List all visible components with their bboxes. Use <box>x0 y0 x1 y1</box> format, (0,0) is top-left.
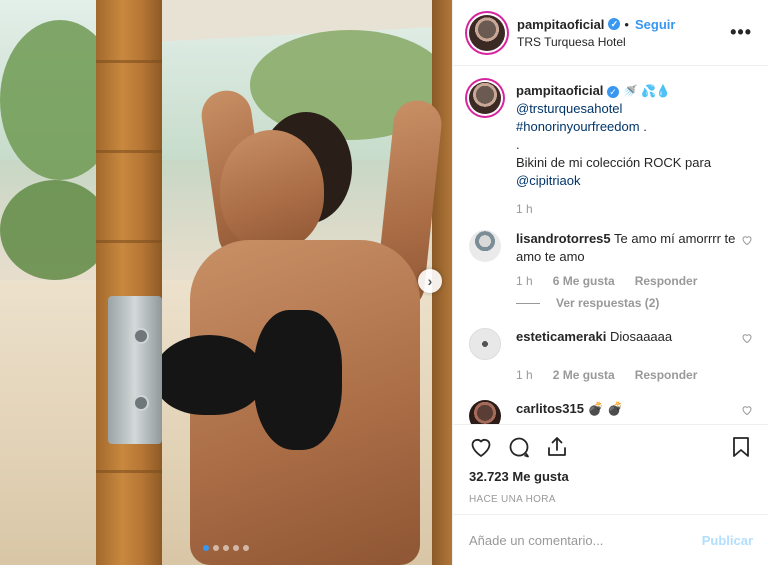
comment-username[interactable]: lisandrotorres5 <box>516 231 611 246</box>
post-media[interactable]: › <box>0 0 452 565</box>
comment-likes[interactable]: 2 Me gusta <box>553 368 615 382</box>
comment-meta: 1 h 6 Me gusta Responder <box>516 274 753 288</box>
avatar[interactable] <box>469 230 501 262</box>
comment-time[interactable]: 1 h <box>516 274 533 288</box>
comment-text: Diosaaaaa <box>609 329 673 344</box>
comment-item: lisandrotorres5 Te amo mí amorrrr te amo… <box>469 230 753 266</box>
shower-knob <box>133 395 149 411</box>
background-bush <box>0 180 110 280</box>
likes-count[interactable]: 32.723 Me gusta <box>469 469 753 484</box>
comment-username[interactable]: carlitos315 <box>516 401 584 416</box>
comment-composer: Publicar <box>453 514 768 565</box>
heart-icon[interactable] <box>741 234 753 246</box>
heart-icon[interactable] <box>741 332 753 344</box>
comment-icon[interactable] <box>507 435 531 459</box>
location-link[interactable]: TRS Turquesa Hotel <box>517 35 730 49</box>
comment-meta: 1 h 2 Me gusta Responder <box>516 368 753 382</box>
reply-button[interactable]: Responder <box>635 274 698 288</box>
comment-item: esteticameraki Diosaaaaa <box>469 328 753 360</box>
hashtag-link[interactable]: #honorinyourfreedom . <box>516 119 647 134</box>
avatar[interactable] <box>469 82 501 114</box>
carousel-dots <box>0 545 452 551</box>
comment-item: carlitos315 💣 💣 <box>469 400 753 424</box>
view-replies[interactable]: Ver respuestas (2) <box>516 296 753 310</box>
mention-link[interactable]: @trsturquesahotel <box>516 101 622 116</box>
avatar[interactable] <box>469 400 501 424</box>
carousel-dot[interactable] <box>233 545 239 551</box>
bookmark-icon[interactable] <box>729 435 753 459</box>
comment-input[interactable] <box>469 532 702 548</box>
follow-button[interactable]: Seguir <box>635 17 675 32</box>
username-link[interactable]: pampitaoficial <box>517 17 604 32</box>
shower-knob <box>133 328 149 344</box>
instagram-post: › pampitaoficial ✓ • Seguir TRS Turquesa… <box>0 0 768 565</box>
mention-link[interactable]: @cipitriaok <box>516 173 581 188</box>
view-replies-label: Ver respuestas (2) <box>556 296 660 310</box>
share-icon[interactable] <box>545 435 569 459</box>
avatar[interactable] <box>469 328 501 360</box>
shower-pole <box>96 0 162 565</box>
caption-meta: 1 h <box>516 202 753 216</box>
comment-text: 💣 💣 <box>587 401 624 416</box>
heart-icon[interactable] <box>741 404 753 416</box>
posted-time[interactable]: HACE UNA HORA <box>469 494 753 505</box>
carousel-dot[interactable] <box>243 545 249 551</box>
shower-plate <box>108 296 162 444</box>
caption-emojis: 🚿 💦💧 <box>622 84 671 98</box>
post-side-panel: pampitaoficial ✓ • Seguir TRS Turquesa H… <box>452 0 768 565</box>
actions-bar: 32.723 Me gusta HACE UNA HORA <box>453 424 768 505</box>
caption-username[interactable]: pampitaoficial <box>516 83 603 98</box>
carousel-dot[interactable] <box>213 545 219 551</box>
caption-text: Bikini de mi colección ROCK para <box>516 155 712 170</box>
carousel-dot[interactable] <box>203 545 209 551</box>
heart-icon[interactable] <box>469 435 493 459</box>
carousel-dot[interactable] <box>223 545 229 551</box>
photo-subject <box>150 87 444 565</box>
comment-likes[interactable]: 6 Me gusta <box>553 274 615 288</box>
reply-button[interactable]: Responder <box>635 368 698 382</box>
comment-username[interactable]: esteticameraki <box>516 329 606 344</box>
caption-text: . <box>516 137 520 152</box>
publish-button[interactable]: Publicar <box>702 533 753 548</box>
more-icon[interactable]: ••• <box>730 22 752 43</box>
verified-badge-icon: ✓ <box>607 86 620 98</box>
avatar[interactable] <box>469 14 505 51</box>
post-header: pampitaoficial ✓ • Seguir TRS Turquesa H… <box>453 0 768 66</box>
caption-time[interactable]: 1 h <box>516 202 533 216</box>
comment-time[interactable]: 1 h <box>516 368 533 382</box>
comments-section[interactable]: pampitaoficial ✓ 🚿 💦💧 @trsturquesahotel … <box>453 66 768 424</box>
chevron-right-icon[interactable]: › <box>418 269 442 293</box>
caption: pampitaoficial ✓ 🚿 💦💧 @trsturquesahotel … <box>469 82 753 190</box>
verified-badge-icon: ✓ <box>608 18 621 30</box>
